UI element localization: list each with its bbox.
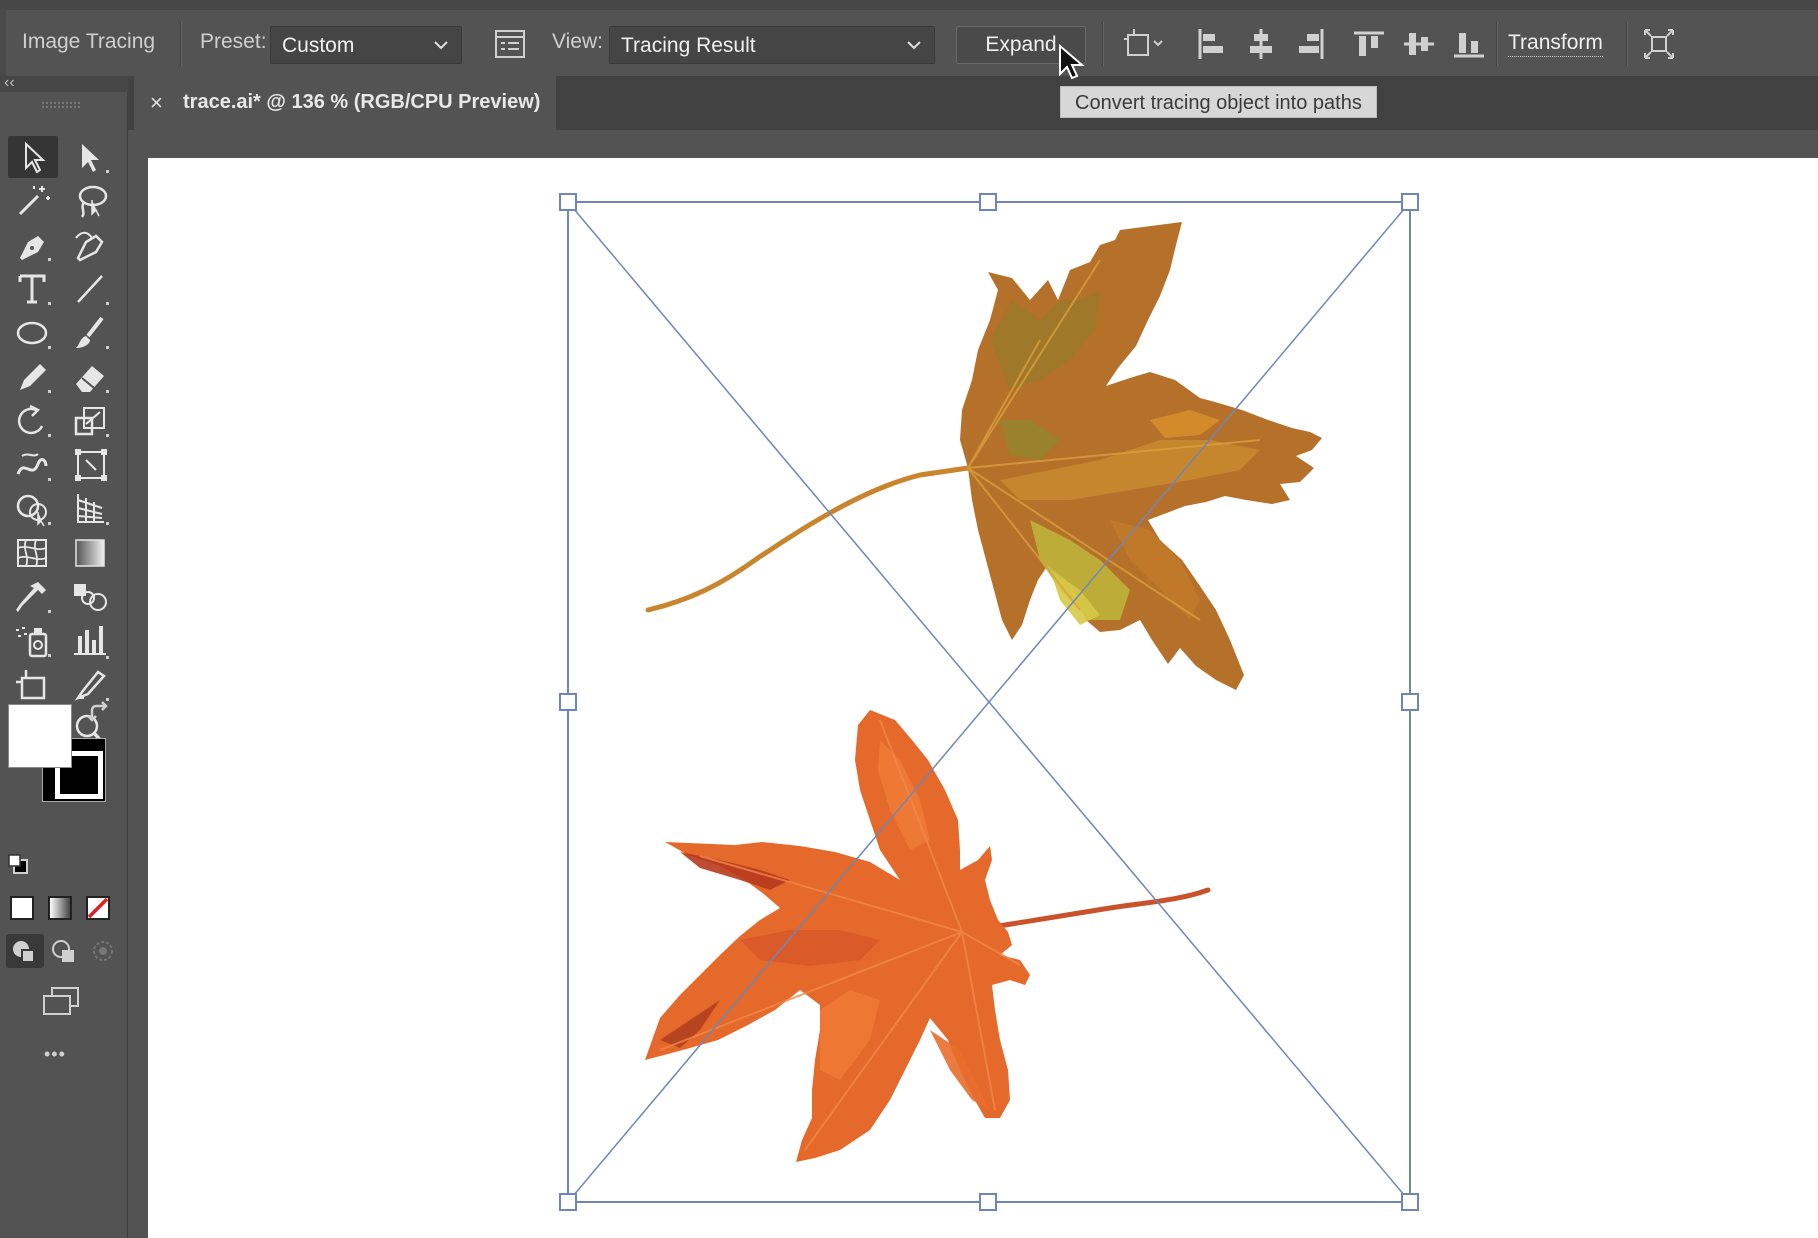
lasso-tool[interactable] [66, 180, 116, 222]
gradient-mode-icon[interactable] [48, 896, 72, 920]
align-vcenter-icon[interactable] [1400, 25, 1438, 63]
document-tab[interactable]: × trace.ai* @ 136 % (RGB/CPU Preview) [134, 76, 556, 130]
expand-button[interactable]: Expand [956, 26, 1086, 64]
paintbrush-icon [76, 316, 109, 349]
screen-mode-icon[interactable] [40, 984, 84, 1018]
divider [1626, 22, 1628, 66]
eraser-icon [76, 366, 109, 393]
transform-link[interactable]: Transform [1508, 30, 1603, 57]
scale-icon [74, 407, 109, 437]
tools-panel-header [0, 76, 128, 92]
column-graph-tool[interactable] [66, 620, 116, 662]
collapse-icon[interactable]: ‹‹ [4, 74, 15, 92]
selection-tool[interactable] [8, 136, 58, 178]
none-mode-icon[interactable] [86, 896, 110, 920]
pen-tool[interactable] [8, 224, 58, 266]
eyedropper-icon [16, 582, 51, 613]
draw-behind-icon[interactable] [46, 934, 84, 968]
view-value: Tracing Result [621, 34, 756, 57]
shape-builder-icon [16, 494, 51, 527]
swap-colors-icon[interactable] [86, 700, 112, 726]
gradient-tool[interactable] [66, 532, 116, 574]
close-icon[interactable]: × [150, 90, 163, 116]
preset-label: Preset: [200, 30, 267, 53]
image-tracing-panel-link[interactable]: Image Tracing [22, 30, 155, 54]
paintbrush-tool[interactable] [66, 312, 116, 354]
artboard-icon[interactable] [1120, 25, 1170, 63]
preset-value: Custom [282, 34, 355, 57]
isolate-icon[interactable] [1640, 25, 1678, 63]
mesh-icon [17, 539, 47, 567]
rotate-icon [17, 404, 51, 437]
tracing-panel-icon[interactable] [491, 25, 529, 63]
draw-normal-icon[interactable] [6, 934, 44, 968]
divider [1102, 22, 1104, 66]
gradient-icon [75, 539, 105, 567]
warp-icon [16, 453, 51, 481]
preset-dropdown[interactable]: Custom [270, 26, 462, 64]
direct-selection-tool[interactable] [66, 136, 116, 178]
control-bar: Image Tracing Preset: Custom View: Traci… [0, 0, 1818, 88]
blend-icon [74, 584, 107, 611]
mesh-tool[interactable] [8, 532, 58, 574]
symbol-sprayer-tool[interactable] [8, 620, 58, 662]
free-transform-tool[interactable] [66, 444, 116, 486]
default-colors-icon[interactable] [6, 852, 30, 876]
view-dropdown[interactable]: Tracing Result [609, 26, 935, 64]
magic-wand-tool[interactable] [8, 180, 58, 222]
align-left-icon[interactable] [1192, 25, 1230, 63]
perspective-grid-tool[interactable] [66, 488, 116, 530]
divider [1496, 22, 1498, 66]
line-tool[interactable] [66, 268, 116, 310]
align-hcenter-icon[interactable] [1242, 25, 1280, 63]
curvature-pen-icon [75, 231, 104, 262]
rotate-tool[interactable] [8, 400, 58, 442]
pasteboard [128, 130, 1818, 1238]
scale-tool[interactable] [66, 400, 116, 442]
direct-selection-arrow-icon [82, 144, 109, 173]
color-mode-icon[interactable] [10, 896, 34, 920]
magic-wand-icon [18, 186, 50, 216]
draw-inside-icon[interactable] [84, 934, 122, 968]
pencil-icon [20, 364, 51, 393]
lasso-icon [78, 185, 108, 218]
align-top-icon[interactable] [1350, 25, 1388, 63]
align-right-icon[interactable] [1292, 25, 1330, 63]
artboard[interactable] [148, 158, 1818, 1238]
shape-builder-tool[interactable] [8, 488, 58, 530]
chevron-down-icon [434, 41, 448, 50]
symbol-sprayer-icon [16, 627, 51, 658]
document-title: trace.ai* @ 136 % (RGB/CPU Preview) [183, 91, 541, 113]
line-segment-icon [77, 275, 109, 305]
ellipse-icon [16, 321, 51, 349]
curvature-tool[interactable] [66, 224, 116, 266]
type-icon [18, 274, 51, 305]
free-transform-icon [75, 449, 107, 481]
document-tab-bar: × trace.ai* @ 136 % (RGB/CPU Preview) [128, 76, 1818, 130]
pen-icon [20, 236, 51, 261]
blend-tool[interactable] [66, 576, 116, 618]
tools-panel-grip[interactable] [42, 102, 80, 108]
column-graph-icon [74, 626, 109, 659]
more-tools-icon[interactable]: ••• [44, 1044, 66, 1065]
type-tool[interactable] [8, 268, 58, 310]
eyedropper-tool[interactable] [8, 576, 58, 618]
pencil-tool[interactable] [8, 356, 58, 398]
view-label: View: [552, 30, 603, 53]
align-bottom-icon[interactable] [1450, 25, 1488, 63]
ellipse-tool[interactable] [8, 312, 58, 354]
divider [180, 22, 182, 66]
eraser-tool[interactable] [66, 356, 116, 398]
chevron-down-icon [907, 41, 921, 50]
fill-color-swatch[interactable] [8, 704, 72, 768]
artboard-tool-icon [16, 670, 46, 700]
selection-arrow-icon [25, 141, 46, 174]
control-bar-top-edge [0, 0, 1818, 10]
artboard-tool[interactable] [8, 664, 58, 706]
perspective-grid-icon [77, 494, 109, 525]
warp-tool[interactable] [8, 444, 58, 486]
expand-tooltip: Convert tracing object into paths [1060, 86, 1377, 118]
